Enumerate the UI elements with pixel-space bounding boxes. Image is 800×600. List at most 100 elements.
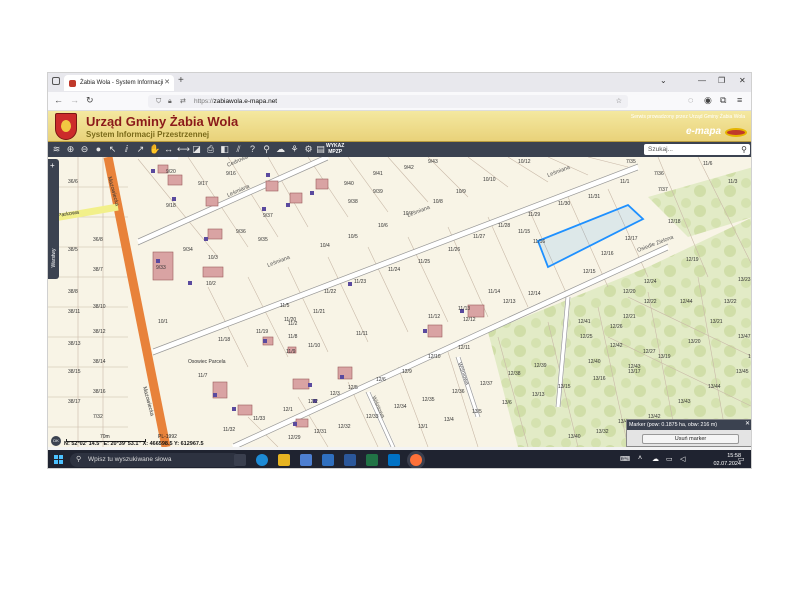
parcel-label: 13/20 xyxy=(688,339,701,345)
excel-icon[interactable] xyxy=(366,454,378,466)
layers-icon[interactable]: ≋ xyxy=(51,144,62,155)
word-icon[interactable] xyxy=(344,454,356,466)
zoom-in-button[interactable]: + xyxy=(50,161,55,170)
parcel-label: 11/23 xyxy=(354,279,366,285)
parcel-label: 13/13 xyxy=(532,392,545,398)
parcel-label: 11/27 xyxy=(473,234,485,240)
forward-button[interactable]: → xyxy=(70,95,79,105)
parcel-label: 12/42 xyxy=(610,343,623,349)
volume-icon[interactable]: ◁ xyxy=(680,455,685,463)
close-tab-icon[interactable]: ✕ xyxy=(164,75,170,91)
close-popup-icon[interactable]: ✕ xyxy=(745,420,750,427)
parcel-label: 38/13 xyxy=(68,341,81,347)
keyboard-icon[interactable]: ⌨ xyxy=(620,455,630,463)
parcel-label: 13/19 xyxy=(658,354,671,360)
parcel-label: 38/10 xyxy=(93,304,106,310)
share-icon[interactable]: ⚘ xyxy=(289,144,300,155)
hatch-icon[interactable]: ⫽ xyxy=(233,144,244,155)
taskbar-clock[interactable]: 15:58 02.07.2024 xyxy=(713,452,741,468)
parcel-label: 13/43 xyxy=(678,399,691,405)
start-button[interactable] xyxy=(54,455,64,465)
outlook-icon[interactable] xyxy=(388,454,400,466)
select-parcel-icon[interactable]: ◪ xyxy=(191,144,202,155)
cadastral-map[interactable]: 9/20 9/18 9/17 9/16 9/34 9/36 9/37 9/35 9/33 9/40… xyxy=(48,157,752,447)
zoom-in-icon[interactable]: ⊕ xyxy=(65,144,76,155)
parcel-label: 13/32 xyxy=(596,429,609,435)
parcel-label: 11/3 xyxy=(728,179,738,185)
parcel-label: 12/14 xyxy=(528,291,541,297)
edge-icon[interactable] xyxy=(256,454,268,466)
parcel-label: 13/5 xyxy=(472,409,482,415)
zoom-out-icon[interactable]: ⊖ xyxy=(79,144,90,155)
map-canvas[interactable]: 9/20 9/18 9/17 9/16 9/34 9/36 9/37 9/35 9/33 9/40… xyxy=(48,157,752,447)
lock-icon[interactable]: 🔒︎ xyxy=(168,95,172,108)
remove-marker-button[interactable]: Usuń marker xyxy=(642,434,739,444)
parcel-label: 9/33 xyxy=(156,265,166,271)
full-extent-icon[interactable]: ● xyxy=(93,144,104,155)
store-icon[interactable] xyxy=(300,454,312,466)
parcel-label: 9/35 xyxy=(258,237,268,243)
url-host: zabiawola.e-mapa.net xyxy=(213,98,278,105)
map-search-input[interactable]: Szukaj... ⚲ xyxy=(644,144,750,155)
link-icon[interactable]: ⚲ xyxy=(261,144,272,155)
close-window-button[interactable]: ✕ xyxy=(739,76,746,85)
calculator-icon[interactable] xyxy=(322,454,334,466)
export-icon[interactable]: ◧ xyxy=(219,144,230,155)
parcel-label: 9/18 xyxy=(166,203,176,209)
restore-button[interactable]: ❐ xyxy=(718,76,725,85)
account-icon[interactable]: ◉ xyxy=(704,95,712,106)
document-icon[interactable]: ▤ xyxy=(315,144,326,155)
parcel-label: 38/15 xyxy=(68,369,81,375)
measure-distance-icon[interactable]: ↗ xyxy=(135,144,146,155)
navigation-bar: ← → ↻ ⛉ 🔒︎ ⇄ https://zabiawola.e-mapa.ne… xyxy=(48,92,751,111)
parcel-label: 12/44 xyxy=(680,299,693,305)
parcel-label: 11/31 xyxy=(588,194,600,200)
parcel-label: 12/29 xyxy=(288,435,301,441)
new-tab-button[interactable]: + xyxy=(178,75,184,86)
extensions-icon[interactable]: ⧉ xyxy=(720,95,726,106)
cloud-icon[interactable]: ☁ xyxy=(275,144,286,155)
help-icon[interactable]: ? xyxy=(247,144,258,155)
back-button[interactable]: ← xyxy=(54,95,63,105)
pointer-icon[interactable]: ↖ xyxy=(107,144,118,155)
parcel-label: 13/23 xyxy=(738,277,751,283)
task-view-icon[interactable] xyxy=(234,454,246,466)
address-bar[interactable]: ⛉ 🔒︎ ⇄ https://zabiawola.e-mapa.net ☆ xyxy=(148,95,628,108)
pocket-icon[interactable]: ◌ xyxy=(688,95,693,105)
network-icon[interactable]: ▭ xyxy=(666,455,673,463)
tab-list-icon[interactable] xyxy=(52,77,60,85)
layers-tab[interactable]: Warstwy xyxy=(48,241,59,275)
taskbar-search-input[interactable]: ⚲ Wpisz tu wyszukiwane słowa xyxy=(70,453,240,467)
menu-icon[interactable]: ≡ xyxy=(737,95,742,105)
coat-of-arms-logo xyxy=(55,113,77,140)
browser-tab[interactable]: Żabia Wola - System Informacji ✕ xyxy=(64,75,174,91)
wykaz-mpzp-button[interactable]: WYKAZ MPZP xyxy=(326,143,344,155)
firefox-icon[interactable] xyxy=(410,454,422,466)
permissions-icon[interactable]: ⇄ xyxy=(180,95,186,108)
minimize-button[interactable]: — xyxy=(698,76,706,85)
distance-icon[interactable]: ⟷ xyxy=(177,144,190,155)
parcel-label: 12/19 xyxy=(686,257,699,263)
parcel-label: 12/34 xyxy=(394,404,407,410)
parcel-label: 12/22 xyxy=(644,299,657,305)
bookmark-star-icon[interactable]: ☆ xyxy=(616,95,622,108)
search-icon[interactable]: ⚲ xyxy=(741,144,747,155)
cloud-icon[interactable]: ☁ xyxy=(652,455,659,463)
info-icon[interactable]: ⅈ xyxy=(121,144,132,155)
settings-icon[interactable]: ⚙ xyxy=(303,144,314,155)
tab-overflow-icon[interactable]: ⌄ xyxy=(660,76,667,85)
tray-up-icon[interactable]: ˄ xyxy=(638,455,642,462)
parcel-label: 11/13 xyxy=(458,306,470,312)
print-icon[interactable]: ⎙ xyxy=(205,144,216,155)
parcel-label: 11/33 xyxy=(253,416,265,422)
notifications-icon[interactable]: ▭ xyxy=(738,455,745,463)
measure-icon[interactable]: ↔ xyxy=(163,144,174,155)
parcel-label: 11/7 xyxy=(198,373,208,379)
reload-button[interactable]: ↻ xyxy=(86,95,94,106)
parcel-label: 7/36 xyxy=(654,171,664,177)
file-explorer-icon[interactable] xyxy=(278,454,290,466)
dk-round-button[interactable]: DK xyxy=(51,436,61,446)
pan-icon[interactable]: ✋ xyxy=(149,144,160,155)
parcel-label: 11/32 xyxy=(223,427,235,433)
shield-icon[interactable]: ⛉ xyxy=(156,95,161,108)
